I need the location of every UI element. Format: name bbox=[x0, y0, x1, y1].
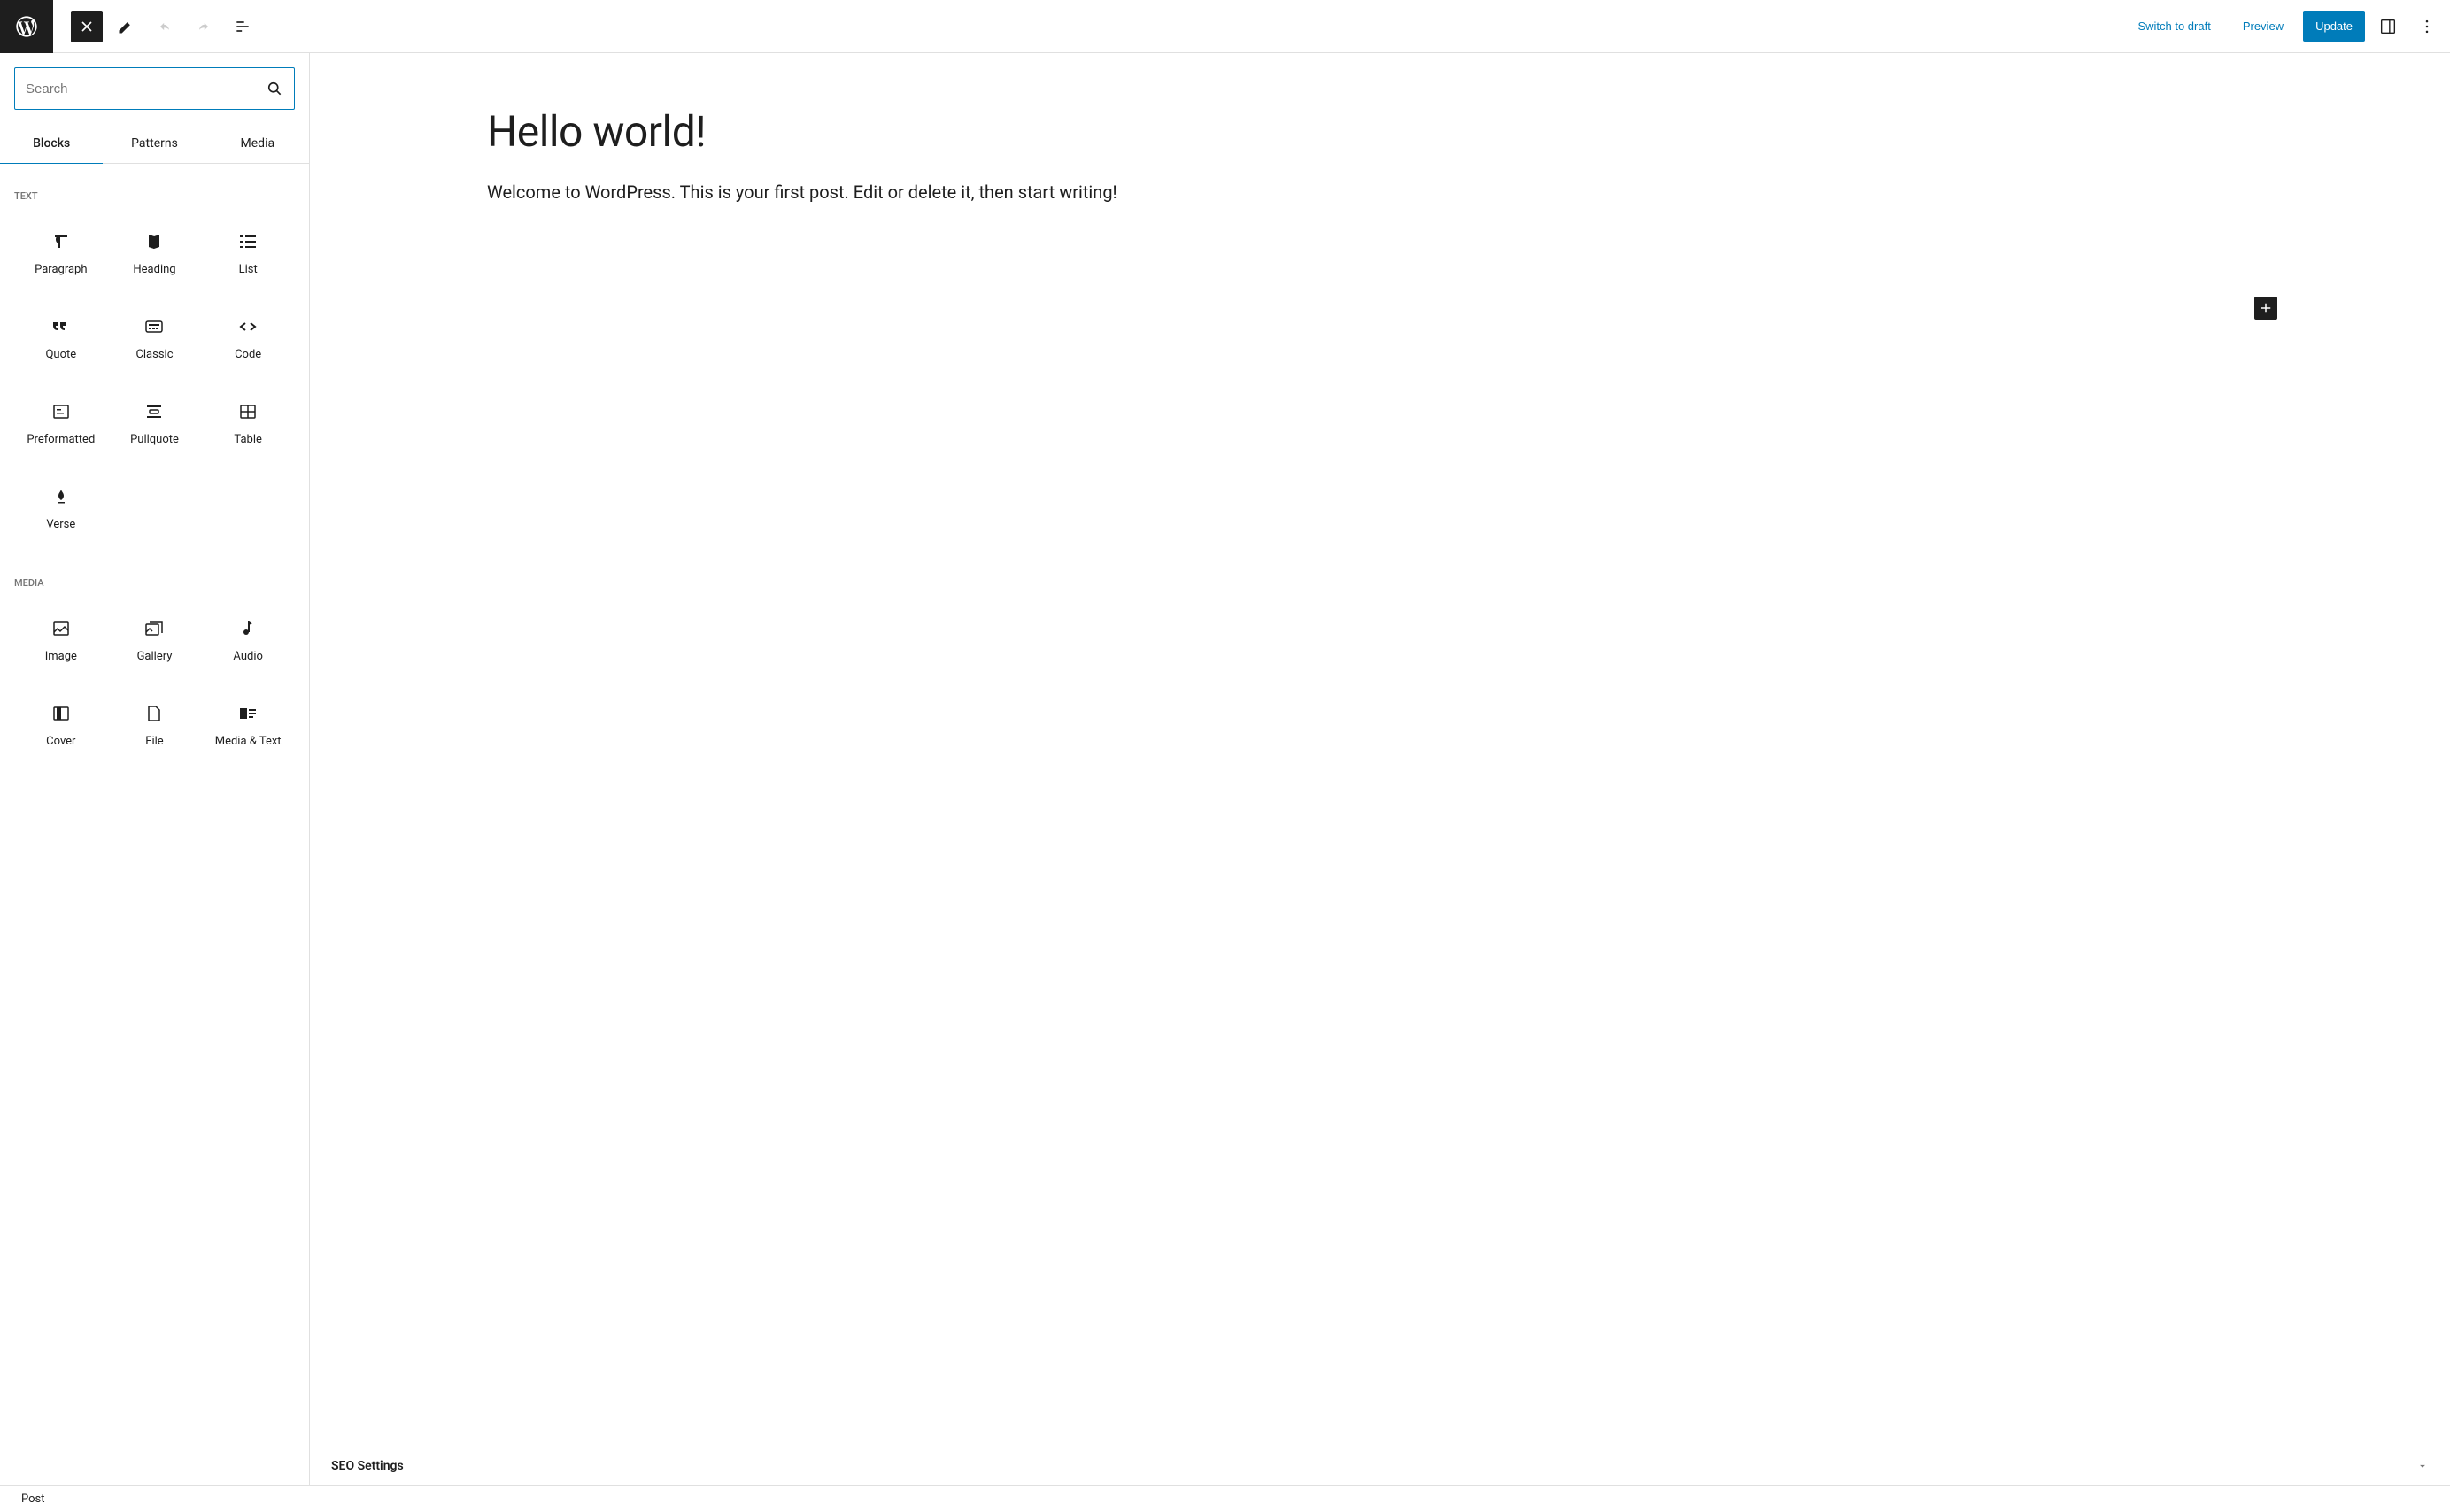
verse-icon bbox=[50, 486, 72, 507]
block-label: Preformatted bbox=[27, 433, 95, 446]
inserter-panel: Blocks Patterns Media TEXT Paragraph Head… bbox=[0, 53, 310, 1485]
pullquote-icon bbox=[143, 401, 165, 422]
editor-canvas[interactable]: Hello world! Welcome to WordPress. This … bbox=[310, 53, 2450, 1446]
tab-media[interactable]: Media bbox=[206, 124, 309, 163]
toggle-inserter-button[interactable] bbox=[71, 11, 103, 42]
add-block-button[interactable] bbox=[2254, 297, 2277, 320]
options-menu-button[interactable] bbox=[2411, 11, 2443, 42]
block-code[interactable]: Code bbox=[201, 296, 295, 381]
section-media-label: MEDIA bbox=[14, 577, 295, 589]
search-box[interactable] bbox=[14, 67, 295, 110]
tools-button[interactable] bbox=[110, 11, 142, 42]
search-input[interactable] bbox=[26, 81, 266, 96]
seo-settings-label: SEO Settings bbox=[331, 1459, 404, 1473]
block-label: Code bbox=[235, 348, 261, 361]
section-text-label: TEXT bbox=[14, 190, 295, 202]
wordpress-logo[interactable] bbox=[0, 0, 53, 53]
settings-panel-toggle[interactable] bbox=[2372, 11, 2404, 42]
block-quote[interactable]: Quote bbox=[14, 296, 108, 381]
status-bar: Post bbox=[0, 1485, 2450, 1512]
file-icon bbox=[143, 703, 165, 724]
block-gallery[interactable]: Gallery bbox=[108, 598, 202, 683]
block-label: Table bbox=[234, 433, 261, 446]
gallery-icon bbox=[143, 618, 165, 639]
main-area: Blocks Patterns Media TEXT Paragraph Head… bbox=[0, 53, 2450, 1485]
post-body[interactable]: Welcome to WordPress. This is your first… bbox=[487, 178, 2273, 206]
block-preformatted[interactable]: Preformatted bbox=[14, 381, 108, 466]
block-list[interactable]: TEXT Paragraph Heading List Quote Classic Cod… bbox=[0, 164, 309, 1485]
editor-top-bar: Switch to draft Preview Update bbox=[0, 0, 2450, 53]
block-label: List bbox=[239, 263, 258, 276]
block-label: Paragraph bbox=[35, 263, 87, 276]
block-label: Cover bbox=[46, 735, 75, 748]
block-label: Audio bbox=[233, 650, 262, 663]
redo-button[interactable] bbox=[188, 11, 220, 42]
block-heading[interactable]: Heading bbox=[108, 211, 202, 296]
block-pullquote[interactable]: Pullquote bbox=[108, 381, 202, 466]
tab-blocks[interactable]: Blocks bbox=[0, 124, 103, 163]
heading-icon bbox=[143, 231, 165, 252]
breadcrumb-root[interactable]: Post bbox=[21, 1493, 45, 1506]
block-file[interactable]: File bbox=[108, 683, 202, 768]
editor-canvas-wrap: Hello world! Welcome to WordPress. This … bbox=[310, 53, 2450, 1485]
chevron-down-icon bbox=[2416, 1460, 2429, 1472]
inserter-tabs: Blocks Patterns Media bbox=[0, 124, 309, 164]
seo-settings-panel[interactable]: SEO Settings bbox=[310, 1446, 2450, 1485]
block-media-text[interactable]: Media & Text bbox=[201, 683, 295, 768]
switch-to-draft-button[interactable]: Switch to draft bbox=[2125, 11, 2222, 42]
block-label: Verse bbox=[46, 518, 75, 531]
table-icon bbox=[237, 401, 259, 422]
block-cover[interactable]: Cover bbox=[14, 683, 108, 768]
quote-icon bbox=[50, 316, 72, 337]
block-label: Gallery bbox=[137, 650, 173, 663]
block-table[interactable]: Table bbox=[201, 381, 295, 466]
toolbar-right: Switch to draft Preview Update bbox=[2125, 11, 2443, 42]
toolbar-left bbox=[53, 11, 259, 42]
code-icon bbox=[237, 316, 259, 337]
block-verse[interactable]: Verse bbox=[14, 466, 108, 551]
block-label: Heading bbox=[133, 263, 175, 276]
block-label: File bbox=[145, 735, 163, 748]
preview-button[interactable]: Preview bbox=[2230, 11, 2296, 42]
block-label: Image bbox=[45, 650, 77, 663]
tab-patterns[interactable]: Patterns bbox=[103, 124, 205, 163]
block-label: Pullquote bbox=[130, 433, 179, 446]
list-icon bbox=[237, 231, 259, 252]
undo-button[interactable] bbox=[149, 11, 181, 42]
block-label: Media & Text bbox=[215, 735, 282, 748]
document-overview-button[interactable] bbox=[227, 11, 259, 42]
media-text-icon bbox=[237, 703, 259, 724]
image-icon bbox=[50, 618, 72, 639]
update-button[interactable]: Update bbox=[2303, 11, 2365, 42]
paragraph-icon bbox=[50, 231, 72, 252]
block-audio[interactable]: Audio bbox=[201, 598, 295, 683]
post-title[interactable]: Hello world! bbox=[487, 106, 2273, 157]
classic-icon bbox=[143, 316, 165, 337]
search-icon bbox=[266, 80, 283, 97]
block-paragraph[interactable]: Paragraph bbox=[14, 211, 108, 296]
preformatted-icon bbox=[50, 401, 72, 422]
audio-icon bbox=[237, 618, 259, 639]
cover-icon bbox=[50, 703, 72, 724]
block-image[interactable]: Image bbox=[14, 598, 108, 683]
block-label: Quote bbox=[45, 348, 76, 361]
block-classic[interactable]: Classic bbox=[108, 296, 202, 381]
block-list[interactable]: List bbox=[201, 211, 295, 296]
block-label: Classic bbox=[135, 348, 173, 361]
